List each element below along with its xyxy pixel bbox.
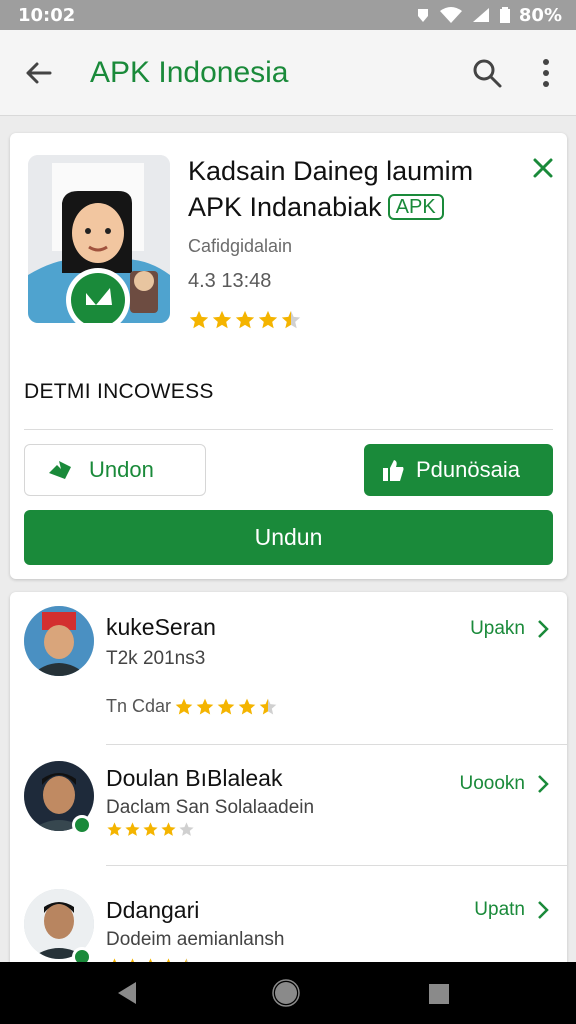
- undon-button[interactable]: Undon: [24, 444, 206, 496]
- back-arrow-icon[interactable]: [22, 56, 56, 90]
- download-button[interactable]: Undun: [24, 510, 553, 565]
- wifi-icon: [439, 7, 462, 23]
- app-icon[interactable]: [28, 155, 170, 323]
- secondary-action-button[interactable]: Pdunösaia: [364, 444, 553, 496]
- nav-home-icon[interactable]: [272, 979, 300, 1007]
- apk-badge: APK: [387, 194, 444, 220]
- star-icon: [235, 310, 255, 329]
- battery-percent: 80%: [518, 4, 562, 26]
- system-nav-bar: [0, 962, 576, 1024]
- item-action-label: Upatn: [474, 899, 525, 920]
- item-name: kukeSeran: [106, 614, 216, 640]
- nav-back-icon[interactable]: [116, 980, 138, 1006]
- secondary-action-label: Pdunösaia: [416, 457, 520, 482]
- item-action[interactable]: Uoookn: [460, 773, 550, 795]
- search-icon[interactable]: [470, 56, 504, 90]
- related-list: kukeSeran T2k 201ns3 Tn Cdar Upakn Doula…: [10, 592, 567, 972]
- page-title: APK Indonesia: [90, 56, 289, 89]
- star-icon: [196, 698, 214, 714]
- list-item[interactable]: kukeSeran T2k 201ns3 Tn Cdar Upakn: [10, 592, 567, 745]
- chevron-right-icon: [538, 901, 549, 919]
- list-item[interactable]: Ddangari Dodeim aemianlansh Upatn: [10, 867, 567, 972]
- signal-icon: [472, 8, 489, 22]
- item-rating: Tn Cdar: [106, 696, 278, 717]
- star-icon: [107, 822, 122, 836]
- status-icons: 80%: [415, 5, 562, 26]
- avatar: [24, 606, 94, 676]
- star-icon: [175, 698, 193, 714]
- thumb-icon: [49, 461, 71, 479]
- item-subtitle: Daclam San Solalaadein: [106, 797, 315, 818]
- item-name: Ddangari: [106, 897, 200, 923]
- star-icon: [238, 698, 256, 714]
- item-rating-label: Tn Cdar: [106, 696, 172, 716]
- app-category: Cafidgidalain: [188, 236, 293, 256]
- list-divider: [106, 865, 567, 866]
- app-icon-illustration: [28, 155, 170, 323]
- star-icon: [281, 310, 301, 329]
- item-name: Doulan BıBlaleak: [106, 765, 283, 791]
- app-detail-card: Kadsain Daineg laumim APK Indanabiak APK …: [10, 133, 567, 579]
- undon-button-label: Undon: [89, 457, 154, 482]
- list-divider: [106, 744, 567, 745]
- item-subtitle: Dodeim aemianlansh: [106, 929, 285, 950]
- star-icon: [143, 822, 158, 836]
- star-icon: [258, 310, 278, 329]
- item-rating-stars: [174, 697, 278, 717]
- star-icon: [212, 310, 232, 329]
- item-rating: [106, 821, 195, 838]
- like-icon: [383, 460, 404, 481]
- notification-icon: [417, 9, 428, 22]
- app-rating: [188, 309, 302, 331]
- star-icon: [259, 698, 277, 714]
- item-action[interactable]: Upatn: [474, 899, 549, 921]
- star-icon: [189, 310, 209, 329]
- divider: [24, 429, 553, 430]
- status-bar: 10:02 80%: [0, 0, 576, 30]
- battery-icon: [499, 7, 510, 23]
- chevron-right-icon: [538, 620, 549, 638]
- item-action[interactable]: Upakn: [470, 618, 549, 640]
- online-badge: [72, 815, 92, 835]
- chevron-right-icon: [538, 775, 549, 793]
- nav-recent-icon[interactable]: [428, 983, 450, 1005]
- app-meta: 4.3 13:48: [188, 270, 272, 292]
- item-action-label: Uoookn: [459, 773, 526, 794]
- item-action-label: Upakn: [470, 618, 525, 639]
- star-icon: [217, 698, 235, 714]
- app-bar: APK Indonesia: [0, 30, 576, 116]
- more-vert-icon[interactable]: [534, 56, 558, 90]
- status-time: 10:02: [18, 4, 76, 26]
- star-icon: [179, 822, 194, 836]
- avatar-image: [24, 606, 94, 676]
- app-name: Kadsain Daineg laumim APK Indanabiak APK: [188, 153, 508, 225]
- star-icon: [161, 822, 176, 836]
- item-rating-stars: [106, 821, 195, 838]
- section-title: DETMI INCOWESS: [24, 380, 214, 403]
- close-icon[interactable]: [530, 155, 556, 181]
- star-icon: [125, 822, 140, 836]
- item-subtitle: T2k 201ns3: [106, 648, 206, 669]
